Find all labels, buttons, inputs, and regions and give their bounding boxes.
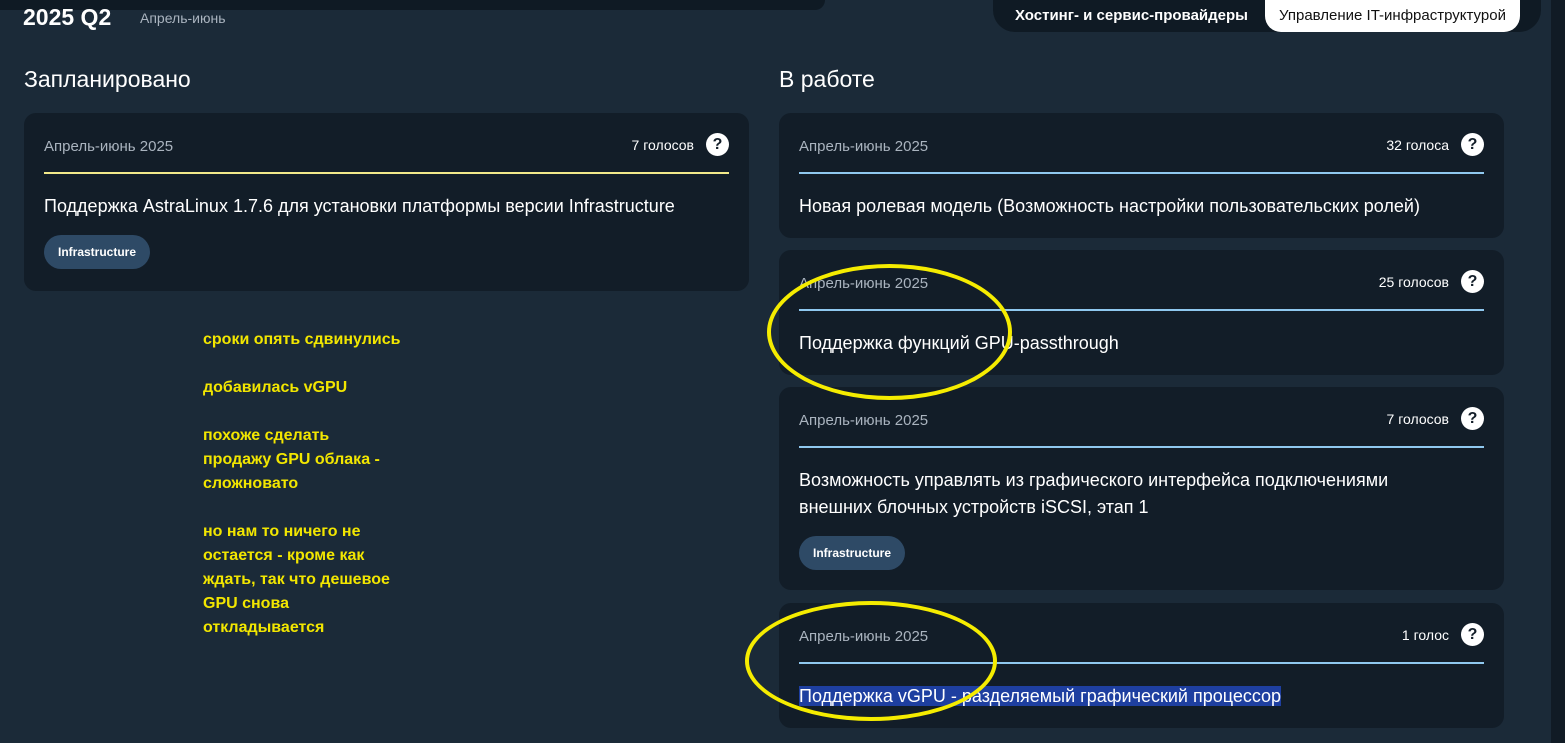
- card-votes: 1 голос: [1401, 627, 1449, 643]
- help-icon[interactable]: ?: [1461, 623, 1484, 646]
- help-icon[interactable]: ?: [1461, 133, 1484, 156]
- planned-column-title: Запланировано: [24, 66, 191, 92]
- card-title[interactable]: Новая ролевая модель (Возможность настро…: [799, 193, 1420, 220]
- quarter-range: Апрель-июнь: [140, 10, 226, 26]
- in-progress-column-title: В работе: [779, 66, 875, 92]
- help-icon[interactable]: ?: [1461, 407, 1484, 430]
- planned-card[interactable]: Апрель-июнь 2025 7 голосов ? Поддержка A…: [24, 113, 749, 291]
- annotation-note: сроки опять сдвинулись добавилась vGPU п…: [203, 328, 463, 664]
- filter-bar: Хостинг- и сервис-провайдеры Управление …: [993, 0, 1541, 32]
- card-divider: [799, 446, 1484, 448]
- card-votes: 32 голоса: [1386, 137, 1449, 153]
- card-date: Апрель-июнь 2025: [44, 138, 174, 155]
- tag-infrastructure[interactable]: Infrastructure: [799, 536, 906, 570]
- help-icon[interactable]: ?: [706, 133, 729, 156]
- in-progress-card[interactable]: Апрель-июнь 2025 7 голосов ? Возможность…: [779, 387, 1504, 590]
- card-divider: [799, 172, 1484, 174]
- scrollbar[interactable]: [1551, 0, 1565, 743]
- card-votes: 7 голосов: [631, 137, 694, 153]
- card-divider: [44, 172, 729, 174]
- annotation-line: добавилась vGPU: [203, 379, 348, 396]
- quarter-title: 2025 Q2: [23, 4, 112, 30]
- card-date: Апрель-июнь 2025: [799, 412, 929, 429]
- highlight-ellipse: [745, 601, 997, 721]
- annotation-line: похоже сделать продажу GPU облака - слож…: [203, 427, 380, 492]
- annotation-line: но нам то ничего не остается - кроме как…: [203, 523, 390, 636]
- in-progress-card[interactable]: Апрель-июнь 2025 32 голоса ? Новая ролев…: [779, 113, 1504, 238]
- card-date: Апрель-июнь 2025: [799, 138, 929, 155]
- tag-infrastructure[interactable]: Infrastructure: [44, 235, 151, 269]
- card-title[interactable]: Поддержка AstraLinux 1.7.6 для установки…: [44, 193, 675, 220]
- highlight-ellipse: [767, 264, 1012, 400]
- card-title-line-2[interactable]: внешних блочных устройств iSCSI, этап 1: [799, 494, 1149, 521]
- annotation-line: сроки опять сдвинулись: [203, 331, 401, 348]
- card-votes: 7 голосов: [1386, 411, 1449, 427]
- top-strip: [0, 0, 825, 10]
- filter-it-infra[interactable]: Управление IT-инфраструктурой: [1265, 0, 1520, 32]
- filter-hosting[interactable]: Хостинг- и сервис-провайдеры: [1015, 0, 1248, 32]
- help-icon[interactable]: ?: [1461, 270, 1484, 293]
- card-votes: 25 голосов: [1378, 274, 1449, 290]
- card-title-line-1[interactable]: Возможность управлять из графического ин…: [799, 467, 1388, 494]
